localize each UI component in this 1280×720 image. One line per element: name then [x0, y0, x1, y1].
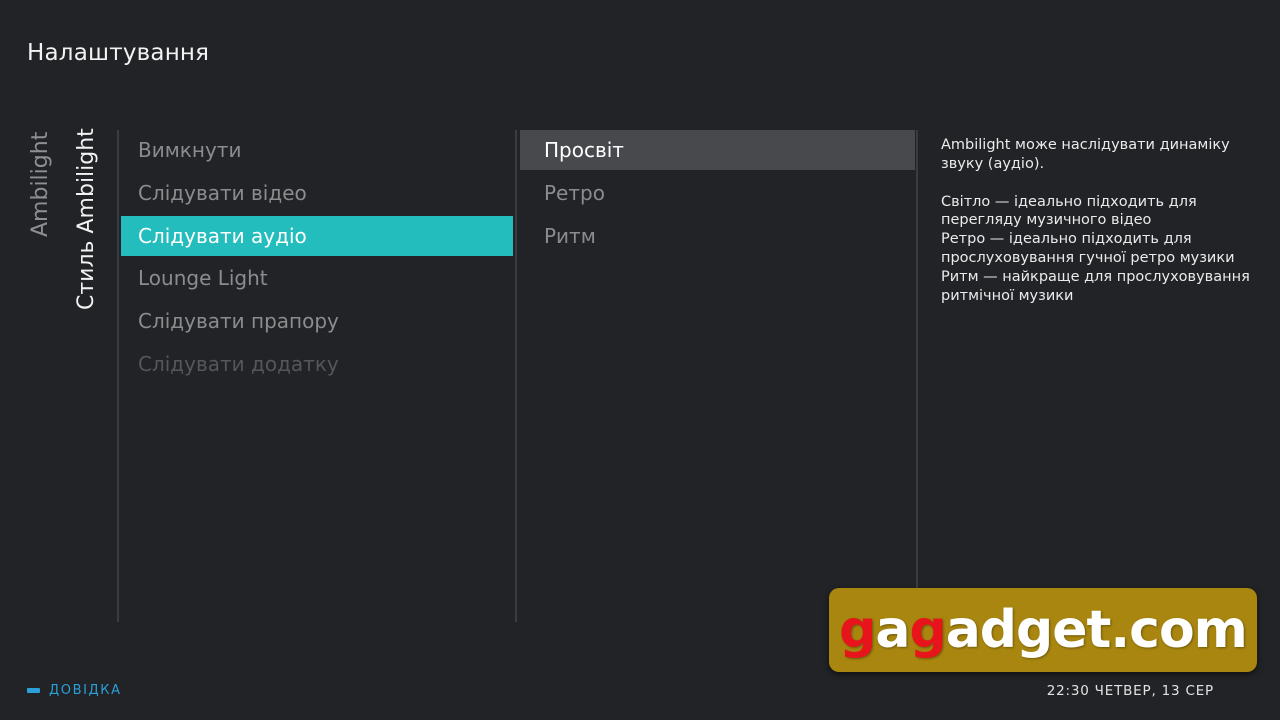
description-line: Ретро — ідеально підходить для прослухов…: [941, 231, 1235, 266]
description-line: Світло — ідеально підходить для перегляд…: [941, 193, 1197, 229]
menu-item-off[interactable]: Вимкнути: [121, 130, 513, 170]
settings-screen: Налаштування Ambilight Стиль Ambilight В…: [0, 0, 1280, 720]
divider: [515, 130, 517, 622]
menu-item-prosvit[interactable]: Просвіт: [520, 130, 915, 170]
breadcrumb-parent[interactable]: Ambilight: [28, 132, 53, 237]
clock: 22:30 ЧЕТВЕР, 13 СЕР: [1046, 683, 1214, 699]
breadcrumb-current: Стиль Ambilight: [74, 128, 99, 310]
menu-item-rhythm[interactable]: Ритм: [520, 216, 915, 256]
description-panel: Ambilight може наслідувати динаміку звук…: [941, 136, 1261, 305]
menu-item-follow-app: Слідувати додатку: [138, 351, 339, 376]
menu-item-follow-flag[interactable]: Слідувати прапору: [121, 301, 513, 341]
help-label: ДОВІДКА: [49, 683, 122, 698]
divider: [117, 130, 119, 622]
ambilight-style-menu: Вимкнути Слідувати відео Слідувати аудіо…: [121, 130, 513, 387]
menu-item-retro[interactable]: Ретро: [520, 173, 915, 213]
description-intro: Ambilight може наслідувати динаміку звук…: [941, 137, 1230, 172]
page-title: Налаштування: [27, 40, 210, 66]
help-button[interactable]: ДОВІДКА: [27, 683, 122, 698]
watermark-logo: g a g adget.com: [829, 588, 1257, 672]
menu-item-follow-audio[interactable]: Слідувати аудіо: [121, 215, 513, 256]
blue-key-icon: [27, 688, 40, 693]
audio-style-menu: Просвіт Ретро Ритм: [520, 130, 915, 258]
menu-item-follow-video[interactable]: Слідувати відео: [121, 173, 513, 213]
description-line: Ритм — найкраще для прослуховування ритм…: [941, 268, 1250, 304]
divider: [916, 130, 918, 622]
menu-item-lounge-light[interactable]: Lounge Light: [121, 258, 513, 298]
